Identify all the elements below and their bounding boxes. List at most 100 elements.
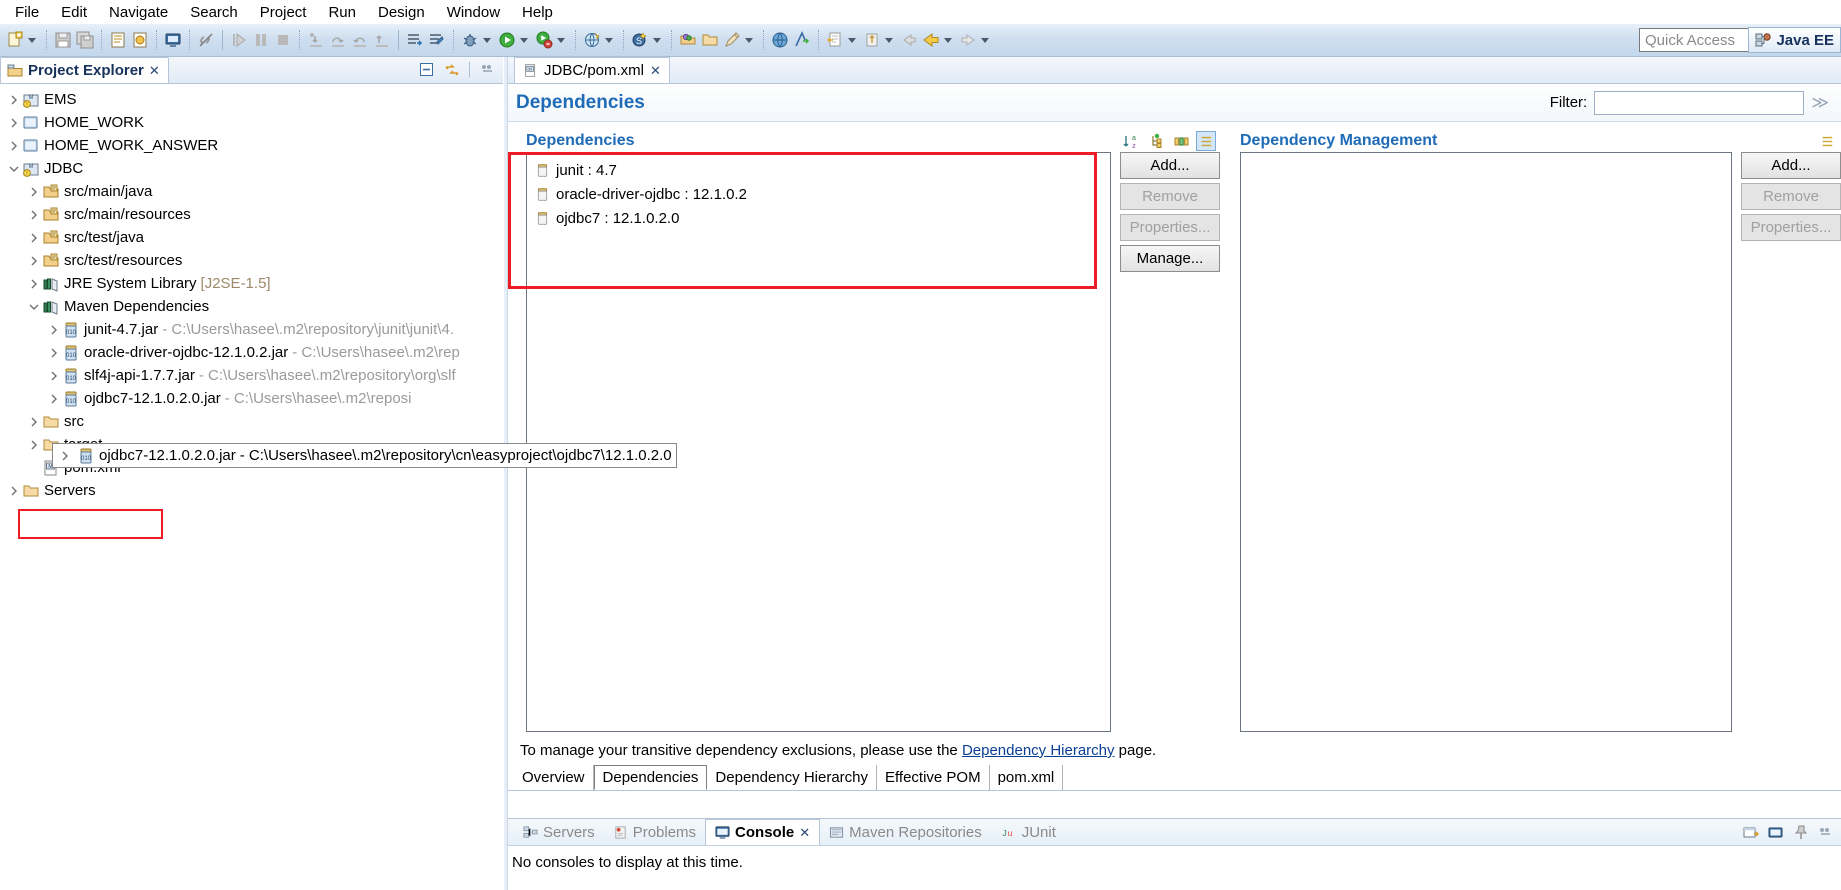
quick-access-input[interactable]: Quick Access <box>1639 28 1765 52</box>
tab-maven-repositories[interactable]: Maven Repositories <box>820 819 991 845</box>
tree-row-ojdbc7-jar[interactable]: 010 ojdbc7-12.1.0.2.0.jar - C:\Users\has… <box>0 387 503 410</box>
tree-row-jdbc[interactable]: M! JDBC <box>0 157 503 180</box>
collapse-all-icon[interactable] <box>417 60 436 79</box>
open-browser-icon[interactable] <box>581 27 603 53</box>
new-java-class-dropdown-icon[interactable] <box>653 37 661 43</box>
tree-row-maven-dependencies[interactable]: Maven Dependencies <box>0 295 503 318</box>
tab-console[interactable]: Console ✕ <box>705 819 821 845</box>
previous-annotation-icon[interactable] <box>861 27 883 53</box>
chevron-right-icon[interactable] <box>6 141 22 151</box>
dependency-management-list[interactable] <box>1240 152 1732 732</box>
debug-suspend-icon[interactable] <box>250 27 272 53</box>
external-tools-icon[interactable] <box>426 27 448 53</box>
open-browser-dropdown-icon[interactable] <box>605 37 613 43</box>
tree-row-oracle-driver-ojdbc-jar[interactable]: 010 oracle-driver-ojdbc-12.1.0.2.jar - C… <box>0 341 503 364</box>
tree-row-home-work-answer[interactable]: HOME_WORK_ANSWER <box>0 134 503 157</box>
step-return-icon[interactable] <box>349 27 371 53</box>
run-icon[interactable] <box>496 27 518 53</box>
menu-item-search[interactable]: Search <box>179 2 249 23</box>
run-as-server-icon[interactable] <box>533 27 555 53</box>
step-over-icon[interactable] <box>327 27 349 53</box>
new-task-dropdown-icon[interactable] <box>848 37 856 43</box>
manage-dependencies-button[interactable]: Manage... <box>1120 245 1220 272</box>
menu-item-run[interactable]: Run <box>317 2 367 23</box>
show-groupid-icon[interactable] <box>1817 131 1837 151</box>
chevron-right-icon[interactable] <box>6 118 22 128</box>
hierarchy-icon[interactable] <box>1146 131 1166 151</box>
tab-jdbc-pom-xml[interactable]: M JDBC/pom.xml ✕ <box>514 57 670 83</box>
save-icon[interactable] <box>52 27 74 53</box>
view-menu-icon[interactable] <box>478 60 497 79</box>
tab-pom-xml[interactable]: pom.xml <box>989 765 1064 790</box>
new-java-class-icon[interactable]: S <box>629 27 651 53</box>
pin-console-icon[interactable] <box>1791 823 1810 842</box>
chevron-right-icon[interactable] <box>26 233 42 243</box>
forward-icon[interactable] <box>957 27 979 53</box>
tab-project-explorer[interactable]: Project Explorer ✕ <box>0 57 169 83</box>
debug-resume-icon[interactable] <box>228 27 250 53</box>
tree-row-src[interactable]: src <box>0 410 503 433</box>
menu-item-window[interactable]: Window <box>436 2 511 23</box>
dependency-list-item[interactable]: junit : 4.7 <box>531 158 1106 182</box>
new-task-icon[interactable] <box>824 27 846 53</box>
open-type-dropdown-icon[interactable] <box>745 37 753 43</box>
menu-item-file[interactable]: File <box>4 2 50 23</box>
close-icon[interactable]: ✕ <box>799 825 810 841</box>
tree-row-home-work[interactable]: HOME_WORK <box>0 111 503 134</box>
dependency-hierarchy-link[interactable]: Dependency Hierarchy <box>962 742 1115 759</box>
link-with-editor-icon[interactable] <box>442 60 461 79</box>
tab-overview[interactable]: Overview <box>514 765 594 790</box>
deploy-icon[interactable] <box>129 27 151 53</box>
menu-item-edit[interactable]: Edit <box>50 2 98 23</box>
open-console-icon[interactable] <box>1741 823 1760 842</box>
chevron-right-icon[interactable] <box>26 187 42 197</box>
new-wizard-dropdown-icon[interactable] <box>28 37 36 43</box>
dependency-list-item[interactable]: ojdbc7 : 12.1.0.2.0 <box>531 206 1106 230</box>
display-console-icon[interactable] <box>1766 823 1785 842</box>
chevron-right-icon[interactable] <box>26 440 42 450</box>
save-all-icon[interactable] <box>74 27 96 53</box>
clear-filter-icon[interactable]: ≫ <box>1811 93 1829 113</box>
close-icon[interactable]: ✕ <box>149 63 160 79</box>
chevron-right-icon[interactable] <box>26 417 42 427</box>
debug-icon[interactable] <box>459 27 481 53</box>
back-icon[interactable] <box>898 27 920 53</box>
tab-junit[interactable]: Ju JUnit <box>991 819 1065 845</box>
tree-row-ems[interactable]: M! EMS <box>0 88 503 111</box>
show-groupid-icon[interactable] <box>1196 131 1216 151</box>
chevron-right-icon[interactable] <box>46 325 62 335</box>
open-type-icon[interactable] <box>721 27 743 53</box>
tab-effective-pom[interactable]: Effective POM <box>877 765 990 790</box>
tree-row-src-test-resources[interactable]: src/test/resources <box>0 249 503 272</box>
build-icon[interactable] <box>107 27 129 53</box>
add-dependency-button[interactable]: Add... <box>1120 152 1220 179</box>
open-task-icon[interactable] <box>791 27 813 53</box>
menu-item-navigate[interactable]: Navigate <box>98 2 179 23</box>
tree-row-jre-system-library[interactable]: JRE System Library [J2SE-1.5] <box>0 272 503 295</box>
columns-icon[interactable] <box>1171 131 1191 151</box>
forward-dropdown-icon[interactable] <box>981 37 989 43</box>
debug-terminate-icon[interactable] <box>272 27 294 53</box>
new-wizard-icon[interactable] <box>4 27 26 53</box>
run-last-tool-icon[interactable] <box>404 27 426 53</box>
chevron-right-icon[interactable] <box>26 210 42 220</box>
tree-row-junit-jar[interactable]: 010 junit-4.7.jar - C:\Users\hasee\.m2\r… <box>0 318 503 341</box>
tree-row-src-main-resources[interactable]: src/main/resources <box>0 203 503 226</box>
chevron-right-icon[interactable] <box>6 486 22 496</box>
chevron-right-icon[interactable] <box>6 95 22 105</box>
tab-servers[interactable]: Servers <box>514 819 604 845</box>
previous-annotation-dropdown-icon[interactable] <box>885 37 893 43</box>
debug-dropdown-icon[interactable] <box>483 37 491 43</box>
tree-row-servers[interactable]: Servers <box>0 479 503 502</box>
open-package-icon[interactable] <box>677 27 699 53</box>
run-as-server-dropdown-icon[interactable] <box>557 37 565 43</box>
previous-edit-dropdown-icon[interactable] <box>944 37 952 43</box>
previous-edit-icon[interactable] <box>920 27 942 53</box>
add-managed-dependency-button[interactable]: Add... <box>1741 152 1841 179</box>
filter-input[interactable] <box>1594 90 1805 115</box>
dependency-list-item[interactable]: oracle-driver-ojdbc : 12.1.0.2 <box>531 182 1106 206</box>
unlink-icon[interactable] <box>195 27 217 53</box>
menu-item-help[interactable]: Help <box>511 2 564 23</box>
tree-row-src-test-java[interactable]: src/test/java <box>0 226 503 249</box>
open-folder-icon[interactable] <box>699 27 721 53</box>
